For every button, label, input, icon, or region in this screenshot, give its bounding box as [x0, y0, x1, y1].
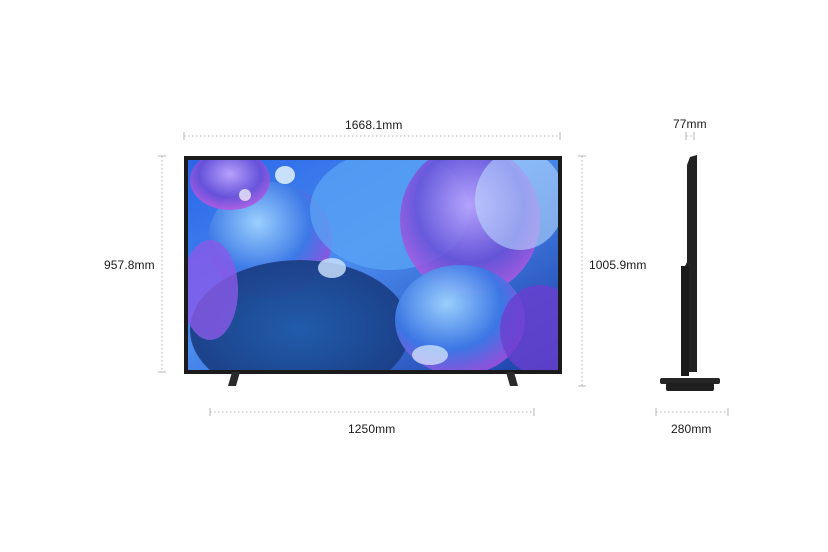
- tv-screen: [188, 160, 558, 370]
- right-stand-foot: [506, 372, 518, 386]
- depth-without-stand-label: 77mm: [673, 117, 707, 131]
- tv-front-illustration: [158, 132, 729, 416]
- left-stand-foot: [228, 372, 240, 386]
- stand-width-label: 1250mm: [348, 422, 396, 436]
- tv-side-profile-illustration: [660, 155, 720, 391]
- overall-width-label: 1668.1mm: [345, 118, 403, 132]
- tv-dimensions-diagram: 1668.1mm 957.8mm 1005.9mm 1250mm 77mm 28…: [0, 0, 828, 552]
- depth-with-stand-label: 280mm: [671, 422, 712, 436]
- height-without-stand-label: 957.8mm: [104, 258, 155, 272]
- height-with-stand-label: 1005.9mm: [589, 258, 647, 272]
